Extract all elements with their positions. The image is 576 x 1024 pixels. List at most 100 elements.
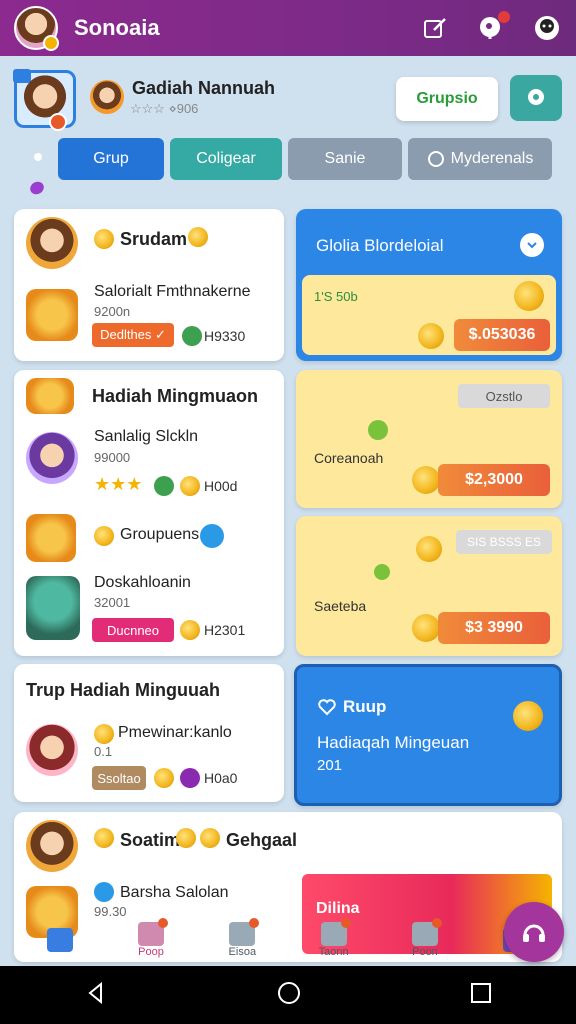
item-title: Groupuens bbox=[120, 526, 200, 543]
coin-icon bbox=[412, 614, 440, 642]
price-pill[interactable]: $2,3000 bbox=[438, 464, 550, 496]
left-card-3[interactable]: Trup Hadiah Minguuah Pmewinar:kanlo 0.1 … bbox=[14, 664, 284, 802]
notification-icon[interactable] bbox=[476, 11, 510, 43]
system-nav-bar bbox=[0, 966, 576, 1024]
lightning-icon bbox=[200, 524, 224, 548]
item-sub: 32001 bbox=[94, 595, 131, 610]
nav-label: Poon bbox=[412, 946, 438, 958]
coin-icon bbox=[94, 229, 114, 249]
avatar bbox=[26, 576, 80, 640]
item-title: Salorialt Fmthnakerne bbox=[94, 283, 251, 300]
back-icon[interactable] bbox=[84, 981, 108, 1010]
item-pill[interactable]: Ducnneo bbox=[92, 618, 174, 642]
star-rating: ★★★ bbox=[94, 474, 143, 494]
avatar-icon[interactable] bbox=[532, 13, 562, 43]
avatar bbox=[26, 820, 78, 872]
nav-home[interactable] bbox=[25, 928, 95, 952]
profile-badge bbox=[49, 113, 67, 131]
promo-tag: SIS BSSS ES bbox=[456, 530, 552, 554]
right-card-4[interactable]: Ruup Hadiaqah Mingeuan 201 bbox=[294, 664, 562, 806]
promo-label: Saeteba bbox=[314, 598, 367, 614]
right-card-3[interactable]: SIS BSSS ES Saeteba $3 3990 bbox=[296, 516, 562, 656]
app-title: Sonoaia bbox=[74, 15, 160, 40]
item-pill[interactable]: Dedlthes ✓ bbox=[92, 323, 174, 347]
coin-icon bbox=[94, 526, 114, 546]
nav-label: Poop bbox=[138, 946, 164, 958]
nav-poon[interactable]: Poon bbox=[390, 918, 460, 958]
app-avatar[interactable] bbox=[14, 6, 59, 51]
home-icon bbox=[46, 928, 73, 952]
home-button-icon[interactable] bbox=[276, 980, 302, 1011]
card-title: Srudam bbox=[120, 229, 188, 249]
item-title: Barsha Salolan bbox=[120, 884, 229, 901]
gift-box-icon bbox=[26, 378, 74, 414]
item-sub: 99000 bbox=[94, 450, 131, 465]
coin-icon bbox=[412, 466, 440, 494]
profile-mini-avatar bbox=[90, 80, 124, 114]
promo-line1: Hadiaqah Mingeuan bbox=[317, 733, 470, 752]
nav-label: Taonn bbox=[318, 946, 349, 958]
notification-badge bbox=[498, 11, 510, 23]
nav-taonn[interactable]: Taonn bbox=[299, 918, 369, 958]
tab-sanie[interactable]: Sanie bbox=[288, 138, 402, 180]
coin-icon bbox=[416, 536, 442, 562]
item-amount: H9330 bbox=[204, 328, 246, 344]
heart-icon bbox=[317, 697, 337, 717]
treasure-icon bbox=[26, 514, 76, 562]
coin-icon bbox=[513, 701, 543, 731]
promo-label: Coreanoah bbox=[314, 450, 384, 466]
item-title: Sanlalig Slckln bbox=[94, 428, 199, 445]
coin-icon bbox=[180, 620, 200, 640]
left-card-1[interactable]: Srudam Salorialt Fmthnakerne 9200n Dedlt… bbox=[14, 209, 284, 361]
tab-bar: Grup Coligear Sanie Myderenals bbox=[58, 138, 552, 180]
edit-icon[interactable] bbox=[420, 13, 450, 43]
recents-icon[interactable] bbox=[470, 982, 492, 1009]
coin-icon bbox=[176, 828, 196, 848]
profile-picture[interactable] bbox=[13, 69, 76, 131]
gift-icon bbox=[411, 918, 442, 946]
chevron-down-icon[interactable] bbox=[520, 233, 544, 257]
price-pill[interactable]: $3 3990 bbox=[438, 612, 550, 644]
gift-icon bbox=[182, 326, 202, 346]
right-card-2[interactable]: Ozstlo Coreanoah $2,3000 bbox=[296, 370, 562, 508]
tab-coligear[interactable]: Coligear bbox=[170, 138, 282, 180]
headset-icon bbox=[523, 924, 545, 942]
avatar bbox=[26, 724, 78, 776]
tab-myderenals[interactable]: Myderenals bbox=[408, 138, 552, 180]
coin-icon bbox=[418, 323, 444, 349]
shop-icon bbox=[137, 918, 168, 946]
card-title-2: Gehgaal bbox=[226, 830, 298, 850]
coin-icon bbox=[200, 828, 220, 848]
chat-button[interactable] bbox=[510, 75, 562, 121]
card-title: Trup Hadiah Minguuah bbox=[26, 680, 220, 700]
avatar bbox=[26, 217, 78, 269]
promo-panel: 1'S 50b $.053036 bbox=[302, 275, 556, 355]
left-card-2[interactable]: Hadiah Mingmuaon Sanlalig Slckln 99000 ★… bbox=[14, 370, 284, 656]
price-pill[interactable]: $.053036 bbox=[454, 319, 550, 351]
item-pill[interactable]: Ssoltao bbox=[92, 766, 146, 790]
profile-name: Gadiah Nannuah bbox=[132, 78, 276, 98]
nav-poop[interactable]: Poop bbox=[116, 918, 186, 958]
profile-rating: ☆☆☆ ⋄906 bbox=[130, 101, 199, 116]
nav-eisoa[interactable]: Eisoa bbox=[207, 918, 277, 958]
promo-tag: 1'S 50b bbox=[314, 289, 358, 304]
item-title: Doskahloanin bbox=[94, 574, 191, 591]
item-sub: 0.1 bbox=[94, 744, 113, 759]
profile-tag bbox=[13, 69, 31, 83]
status-dot bbox=[43, 35, 59, 51]
support-fab[interactable] bbox=[504, 902, 564, 962]
grupsio-button[interactable]: Grupsio bbox=[396, 77, 498, 121]
coin-icon bbox=[94, 724, 114, 744]
decor-gem bbox=[27, 179, 47, 197]
compass-icon bbox=[229, 918, 260, 946]
tab-grup[interactable]: Grup bbox=[58, 138, 164, 180]
ticket-icon bbox=[320, 918, 351, 946]
card-title: Ruup bbox=[343, 697, 387, 716]
gem-icon bbox=[180, 768, 200, 788]
item-amount: H2301 bbox=[204, 622, 246, 638]
coin-icon bbox=[154, 768, 174, 788]
item-amount: H00d bbox=[204, 478, 238, 494]
settings-icon bbox=[427, 151, 444, 167]
avatar-icon bbox=[94, 882, 114, 902]
right-card-1[interactable]: Glolia Blordeloial 1'S 50b $.053036 bbox=[296, 209, 562, 361]
